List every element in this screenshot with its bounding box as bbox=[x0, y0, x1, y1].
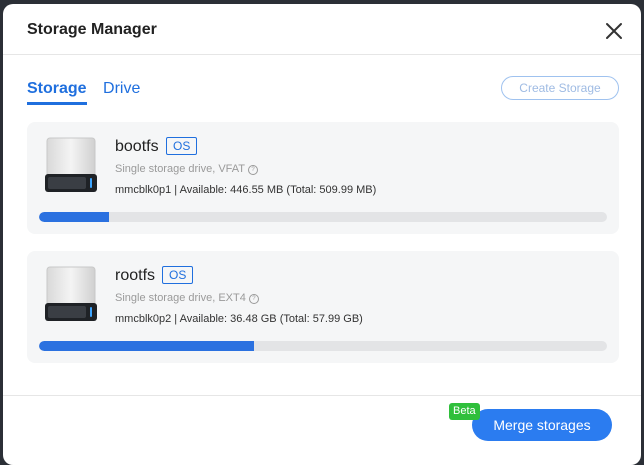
filesystem-label-text: Single storage drive, VFAT bbox=[115, 163, 246, 175]
usage-text: mmcblk0p1 | Available: 446.55 MB (Total:… bbox=[115, 184, 377, 196]
dialog-header: Storage Manager bbox=[3, 4, 641, 55]
info-icon[interactable]: ? bbox=[248, 294, 259, 304]
dialog-title: Storage Manager bbox=[27, 21, 157, 38]
merge-storages-button[interactable]: Merge storages bbox=[472, 409, 612, 441]
usage-bar-fill bbox=[39, 341, 255, 351]
filesystem-label: Single storage drive, EXT4? bbox=[115, 292, 259, 304]
usage-bar-fill bbox=[39, 212, 110, 222]
storage-name: bootfs bbox=[115, 138, 159, 155]
storage-manager-dialog: Storage Manager Storage Drive Create Sto… bbox=[3, 4, 641, 465]
usage-bar bbox=[39, 212, 607, 222]
storage-card-bootfs: bootfs OS Single storage drive, VFAT? mm… bbox=[27, 122, 619, 234]
close-icon[interactable] bbox=[605, 22, 623, 40]
storage-name: rootfs bbox=[115, 267, 156, 284]
beta-badge: Beta bbox=[449, 403, 480, 420]
storage-card-rootfs: rootfs OS Single storage drive, EXT4? mm… bbox=[27, 251, 619, 363]
footer-divider bbox=[3, 395, 641, 396]
tab-bar: Storage Drive bbox=[27, 80, 152, 105]
info-icon[interactable]: ? bbox=[248, 165, 259, 175]
usage-text: mmcblk0p2 | Available: 36.48 GB (Total: … bbox=[115, 313, 363, 325]
create-storage-button[interactable]: Create Storage bbox=[501, 76, 619, 100]
hard-drive-icon bbox=[45, 266, 97, 321]
os-badge: OS bbox=[166, 137, 198, 155]
filesystem-label: Single storage drive, VFAT? bbox=[115, 163, 259, 175]
os-badge: OS bbox=[162, 266, 194, 284]
usage-bar bbox=[39, 341, 607, 351]
tab-drive[interactable]: Drive bbox=[103, 80, 140, 102]
tab-storage[interactable]: Storage bbox=[27, 80, 87, 105]
filesystem-label-text: Single storage drive, EXT4 bbox=[115, 292, 246, 304]
hard-drive-icon bbox=[45, 137, 97, 192]
